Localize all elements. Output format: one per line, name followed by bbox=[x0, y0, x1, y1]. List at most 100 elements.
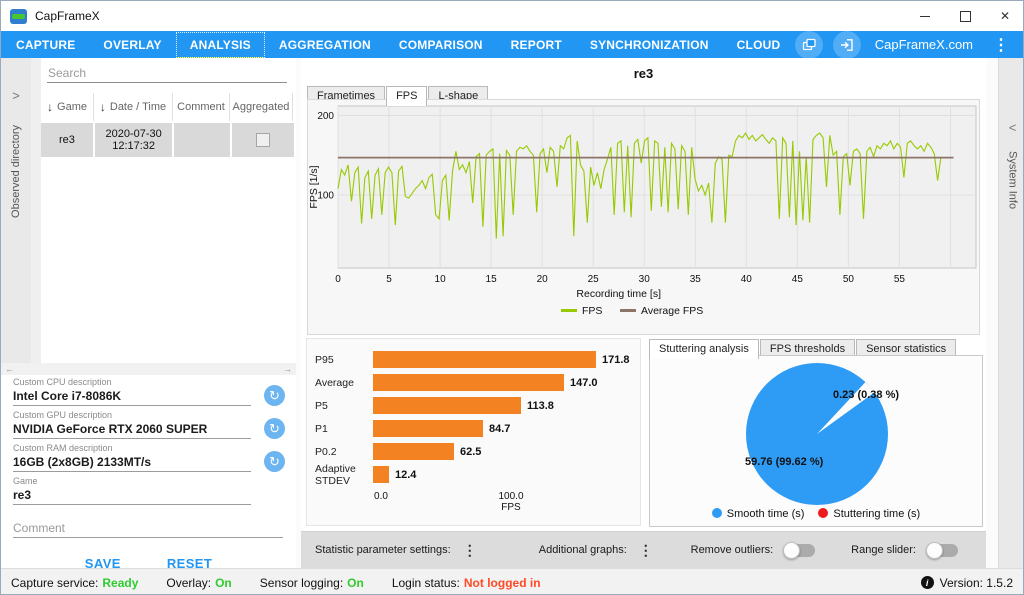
system-info-label: System Info bbox=[1007, 151, 1019, 209]
expand-directory-button[interactable]: > bbox=[12, 88, 20, 103]
stat-bar-value: 62.5 bbox=[460, 446, 481, 458]
bar-axis: 0.0 100.0 FPS bbox=[307, 489, 640, 515]
status-label: Overlay: bbox=[166, 576, 211, 590]
smooth-dot-icon bbox=[712, 508, 722, 518]
svg-text:0: 0 bbox=[335, 274, 341, 285]
description-form: Custom CPU description↻Custom GPU descri… bbox=[1, 375, 296, 568]
scroll-left-icon[interactable]: ← bbox=[1, 364, 18, 374]
additional-graphs-menu-button[interactable]: ⋮ bbox=[635, 542, 657, 559]
column-header-datetime[interactable]: ↓Date / Time bbox=[94, 93, 173, 121]
field-input[interactable] bbox=[13, 520, 283, 538]
svg-text:45: 45 bbox=[792, 274, 804, 285]
stat-bar-value: 113.8 bbox=[527, 400, 554, 412]
legend-smooth: Smooth time (s) bbox=[712, 508, 805, 520]
smooth-data-label: 59.76 (99.62 %) bbox=[745, 456, 823, 468]
range-slider-toggle[interactable] bbox=[928, 544, 958, 557]
field-input[interactable] bbox=[13, 487, 251, 505]
nav-tab-capture[interactable]: CAPTURE bbox=[3, 33, 88, 57]
remove-outliers-toggle[interactable] bbox=[785, 544, 815, 557]
svg-text:30: 30 bbox=[639, 274, 651, 285]
table-row[interactable]: re3 2020-07-3012:17:32 bbox=[41, 123, 296, 157]
status-value: On bbox=[215, 576, 232, 590]
stat-bar-row: P95171.8 bbox=[307, 351, 640, 368]
statistic-settings-menu-button[interactable]: ⋮ bbox=[459, 542, 481, 559]
nav-menu-button[interactable]: ⋮ bbox=[987, 35, 1015, 55]
svg-text:25: 25 bbox=[588, 274, 600, 285]
nav-bar: CAPTUREOVERLAYANALYSISAGGREGATIONCOMPARI… bbox=[1, 31, 1024, 58]
expand-system-info-button[interactable]: < bbox=[1009, 120, 1017, 135]
nav-tab-aggregation[interactable]: AGGREGATION bbox=[266, 33, 384, 57]
stuttering-pie-box: 0.23 (0.38 %) 59.76 (99.62 %) Smooth tim… bbox=[649, 355, 983, 527]
records-table-header: ↓Game ↓Date / Time Comment Aggregated bbox=[41, 93, 296, 121]
status-bar: Capture service:ReadyOverlay:OnSensor lo… bbox=[1, 568, 1024, 595]
field-label: Custom GPU description bbox=[13, 408, 285, 420]
tab-fps[interactable]: FPS bbox=[386, 86, 427, 106]
statistics-bar-card: P95171.8Average147.0P5113.8P184.7P0.262.… bbox=[306, 338, 641, 526]
login-button[interactable] bbox=[833, 31, 861, 59]
column-header-game[interactable]: ↓Game bbox=[41, 93, 94, 121]
cell-game: re3 bbox=[41, 123, 93, 157]
stat-bar-rows: P95171.8Average147.0P5113.8P184.7P0.262.… bbox=[307, 351, 640, 483]
svg-text:50: 50 bbox=[843, 274, 855, 285]
form-field-game: Game bbox=[13, 474, 285, 507]
stat-bar-value: 147.0 bbox=[570, 377, 598, 389]
app-logo-icon bbox=[10, 9, 27, 24]
nav-tab-comparison[interactable]: COMPARISON bbox=[386, 33, 496, 57]
field-input[interactable] bbox=[13, 388, 251, 406]
maximize-icon bbox=[960, 11, 971, 22]
sort-desc-icon: ↓ bbox=[100, 100, 106, 114]
column-header-comment[interactable]: Comment bbox=[173, 93, 230, 121]
records-table: ↓Game ↓Date / Time Comment Aggregated re… bbox=[41, 93, 296, 157]
stat-bar bbox=[373, 397, 521, 414]
nav-tab-overlay[interactable]: OVERLAY bbox=[90, 33, 174, 57]
stat-bar-row: Average147.0 bbox=[307, 374, 640, 391]
chart-controls-bar: Statistic parameter settings: ⋮ Addition… bbox=[301, 531, 986, 568]
stat-bar bbox=[373, 374, 564, 391]
close-button[interactable]: ✕ bbox=[985, 1, 1024, 31]
nav-tab-report[interactable]: REPORT bbox=[498, 33, 575, 57]
svg-text:40: 40 bbox=[741, 274, 753, 285]
search-input[interactable] bbox=[47, 64, 287, 83]
nav-tab-cloud[interactable]: CLOUD bbox=[724, 33, 794, 57]
status-overlay-: Overlay: On bbox=[166, 576, 231, 590]
field-input[interactable] bbox=[13, 421, 251, 439]
field-label: Custom CPU description bbox=[13, 375, 285, 387]
tab-stuttering-analysis[interactable]: Stuttering analysis bbox=[649, 339, 759, 359]
pie-legend: Smooth time (s) Stuttering time (s) bbox=[650, 508, 982, 520]
status-label: Login status: bbox=[392, 576, 460, 590]
statistic-settings-label: Statistic parameter settings: bbox=[315, 544, 451, 556]
range-slider-label: Range slider: bbox=[851, 544, 916, 556]
svg-text:Recording time [s]: Recording time [s] bbox=[576, 288, 661, 300]
aggregated-checkbox[interactable] bbox=[256, 133, 270, 147]
capframex-site-link[interactable]: CapFrameX.com bbox=[875, 37, 973, 52]
column-header-aggregated[interactable]: Aggregated bbox=[230, 93, 293, 121]
refresh-button[interactable]: ↻ bbox=[264, 451, 285, 472]
bar-tick-0: 0.0 bbox=[374, 491, 388, 502]
fps-chart-card: 0510152025303540455055100200Recording ti… bbox=[307, 99, 980, 335]
status-label: Capture service: bbox=[11, 576, 98, 590]
nav-tab-synchronization[interactable]: SYNCHRONIZATION bbox=[577, 33, 722, 57]
refresh-button[interactable]: ↻ bbox=[264, 418, 285, 439]
record-list-panel: ↓Game ↓Date / Time Comment Aggregated re… bbox=[41, 58, 296, 363]
svg-text:55: 55 bbox=[894, 274, 906, 285]
status-capture-service-: Capture service:Ready bbox=[11, 576, 138, 590]
stuttering-data-label: 0.23 (0.38 %) bbox=[833, 389, 899, 401]
version-label: Version: 1.5.2 bbox=[940, 576, 1013, 590]
svg-text:Average FPS: Average FPS bbox=[641, 305, 703, 317]
svg-text:FPS [1/s]: FPS [1/s] bbox=[308, 165, 320, 208]
nav-tabs: CAPTUREOVERLAYANALYSISAGGREGATIONCOMPARI… bbox=[1, 33, 793, 57]
screenshot-button[interactable] bbox=[795, 31, 823, 59]
minimize-button[interactable] bbox=[905, 1, 945, 31]
nav-tab-analysis[interactable]: ANALYSIS bbox=[177, 33, 264, 57]
maximize-button[interactable] bbox=[945, 1, 985, 31]
stat-bar-category: P0.2 bbox=[307, 446, 373, 458]
field-input[interactable] bbox=[13, 454, 251, 472]
stat-bar-value: 84.7 bbox=[489, 423, 510, 435]
svg-text:FPS: FPS bbox=[582, 305, 602, 317]
stat-bar-category: P5 bbox=[307, 400, 373, 412]
scroll-right-icon[interactable]: → bbox=[279, 364, 296, 374]
svg-text:10: 10 bbox=[435, 274, 447, 285]
stat-bar-value: 12.4 bbox=[395, 469, 416, 481]
refresh-button[interactable]: ↻ bbox=[264, 385, 285, 406]
form-fields: Custom CPU description↻Custom GPU descri… bbox=[1, 375, 296, 540]
